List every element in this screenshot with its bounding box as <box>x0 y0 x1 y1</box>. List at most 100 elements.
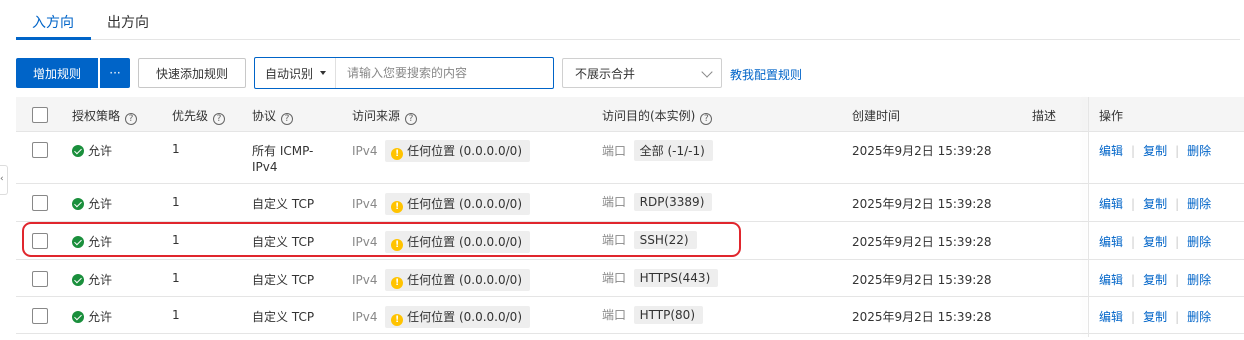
source-cell: IPv4 ! 任何位置 (0.0.0.0/0) <box>352 193 530 215</box>
edit-link[interactable]: 编辑 <box>1099 235 1123 249</box>
port-tag: 全部 (-1/-1) <box>633 140 713 161</box>
copy-link[interactable]: 复制 <box>1143 310 1167 324</box>
edit-link[interactable]: 编辑 <box>1099 197 1123 211</box>
header-policy: 授权策略? <box>72 107 138 125</box>
row-checkbox[interactable] <box>32 233 48 249</box>
source-tag: ! 任何位置 (0.0.0.0/0) <box>385 306 530 328</box>
help-icon[interactable]: ? <box>405 113 418 125</box>
toolbar: 增加规则 ··· 快速添加规则 自动识别 不展示合并 教我配置规则 <box>0 57 1244 89</box>
edit-link[interactable]: 编辑 <box>1099 310 1123 324</box>
edit-link[interactable]: 编辑 <box>1099 273 1123 287</box>
row-checkbox[interactable] <box>32 142 48 158</box>
priority-cell: 1 <box>172 271 180 285</box>
table-row: 允许 1 所有 ICMP- IPv4 IPv4 ! 任何位置 (0.0.0.0/0… <box>16 132 1244 184</box>
copy-link[interactable]: 复制 <box>1143 235 1167 249</box>
check-circle-icon <box>72 274 84 286</box>
table-row: 允许 1 自定义 TCP IPv4 ! 任何位置 (0.0.0.0/0) 端口 H… <box>16 261 1244 297</box>
source-cell: IPv4 ! 任何位置 (0.0.0.0/0) <box>352 140 530 162</box>
source-tag: ! 任何位置 (0.0.0.0/0) <box>385 140 530 162</box>
policy-cell: 允许 <box>72 233 112 250</box>
copy-link[interactable]: 复制 <box>1143 197 1167 211</box>
destination-cell: 端口 全部 (-1/-1) <box>602 140 713 161</box>
search-input[interactable] <box>336 58 553 88</box>
port-tag: RDP(3389) <box>633 193 713 211</box>
row-checkbox[interactable] <box>32 195 48 211</box>
priority-cell: 1 <box>172 308 180 322</box>
table-header: 授权策略? 优先级? 协议? 访问来源? 访问目的(本实例)? 创建时间 描述 … <box>16 97 1244 132</box>
copy-link[interactable]: 复制 <box>1143 273 1167 287</box>
source-tag: ! 任何位置 (0.0.0.0/0) <box>385 193 530 215</box>
table-row: 允许 1 自定义 TCP IPv4 ! 任何位置 (0.0.0.0/0) 端口 H… <box>16 298 1244 334</box>
header-actions: 操作 <box>1099 109 1124 123</box>
delete-link[interactable]: 删除 <box>1187 273 1211 287</box>
warning-icon: ! <box>391 148 404 160</box>
caret-down-icon <box>320 71 327 75</box>
active-tab-indicator <box>16 37 91 40</box>
check-circle-icon <box>72 311 84 323</box>
check-circle-icon <box>72 198 84 210</box>
help-config-link[interactable]: 教我配置规则 <box>730 66 802 83</box>
chevron-down-icon <box>701 66 713 78</box>
help-icon[interactable]: ? <box>281 113 294 125</box>
protocol-cell-line2: IPv4 <box>252 160 278 174</box>
created-cell: 2025年9月2日 15:39:28 <box>852 273 992 287</box>
search-type-dropdown[interactable]: 自动识别 <box>255 58 336 88</box>
delete-link[interactable]: 删除 <box>1187 197 1211 211</box>
header-created: 创建时间 <box>852 109 901 123</box>
delete-link[interactable]: 删除 <box>1187 235 1211 249</box>
edit-link[interactable]: 编辑 <box>1099 144 1123 158</box>
row-checkbox[interactable] <box>32 271 48 287</box>
destination-cell: 端口 SSH(22) <box>602 231 697 249</box>
protocol-cell: 自定义 TCP <box>252 197 315 211</box>
destination-cell: 端口 HTTP(80) <box>602 306 703 324</box>
priority-cell: 1 <box>172 142 180 156</box>
port-tag: HTTPS(443) <box>633 269 719 287</box>
source-cell: IPv4 ! 任何位置 (0.0.0.0/0) <box>352 269 530 291</box>
actions-cell: 编辑 | 复制 | 删除 <box>1099 310 1212 324</box>
fixed-column-divider <box>1088 97 1089 337</box>
warning-icon: ! <box>391 239 404 251</box>
row-checkbox[interactable] <box>32 308 48 324</box>
search-box: 自动识别 <box>254 57 554 89</box>
port-tag: HTTP(80) <box>633 306 703 324</box>
priority-cell: 1 <box>172 233 180 247</box>
port-tag: SSH(22) <box>633 231 697 249</box>
delete-link[interactable]: 删除 <box>1187 144 1211 158</box>
direction-tabs: 入方向 出方向 <box>16 0 1240 40</box>
actions-cell: 编辑 | 复制 | 删除 <box>1099 273 1212 287</box>
select-all-checkbox[interactable] <box>32 107 48 123</box>
protocol-cell: 自定义 TCP <box>252 235 315 249</box>
created-cell: 2025年9月2日 15:39:28 <box>852 144 992 158</box>
tab-outbound[interactable]: 出方向 <box>107 12 149 32</box>
warning-icon: ! <box>391 277 404 289</box>
priority-cell: 1 <box>172 195 180 209</box>
policy-cell: 允许 <box>72 195 112 212</box>
delete-link[interactable]: 删除 <box>1187 310 1211 324</box>
help-icon[interactable]: ? <box>125 113 138 125</box>
merge-display-select[interactable]: 不展示合并 <box>562 58 722 88</box>
protocol-cell: 自定义 TCP <box>252 273 315 287</box>
help-icon[interactable]: ? <box>700 113 713 125</box>
policy-cell: 允许 <box>72 142 112 159</box>
search-type-label: 自动识别 <box>265 66 314 81</box>
source-cell: IPv4 ! 任何位置 (0.0.0.0/0) <box>352 306 530 328</box>
actions-cell: 编辑 | 复制 | 删除 <box>1099 235 1212 249</box>
table-row: 允许 1 自定义 TCP IPv4 ! 任何位置 (0.0.0.0/0) 端口 S… <box>16 223 1244 260</box>
check-circle-icon <box>72 236 84 248</box>
created-cell: 2025年9月2日 15:39:28 <box>852 197 992 211</box>
merge-display-value: 不展示合并 <box>575 66 636 81</box>
quick-add-rule-button[interactable]: 快速添加规则 <box>138 58 246 88</box>
warning-icon: ! <box>391 201 404 213</box>
sidebar-toggle[interactable]: ‹ <box>0 165 8 195</box>
copy-link[interactable]: 复制 <box>1143 144 1167 158</box>
destination-cell: 端口 RDP(3389) <box>602 193 713 211</box>
tab-inbound[interactable]: 入方向 <box>32 12 74 32</box>
policy-cell: 允许 <box>72 271 112 288</box>
help-icon[interactable]: ? <box>213 113 226 125</box>
source-tag: ! 任何位置 (0.0.0.0/0) <box>385 231 530 253</box>
warning-icon: ! <box>391 314 404 326</box>
more-actions-button[interactable]: ··· <box>100 58 130 88</box>
add-rule-button[interactable]: 增加规则 <box>16 58 98 88</box>
chevron-left-icon: ‹ <box>0 174 4 184</box>
table-row: 允许 1 自定义 TCP IPv4 ! 任何位置 (0.0.0.0/0) 端口 R… <box>16 185 1244 222</box>
